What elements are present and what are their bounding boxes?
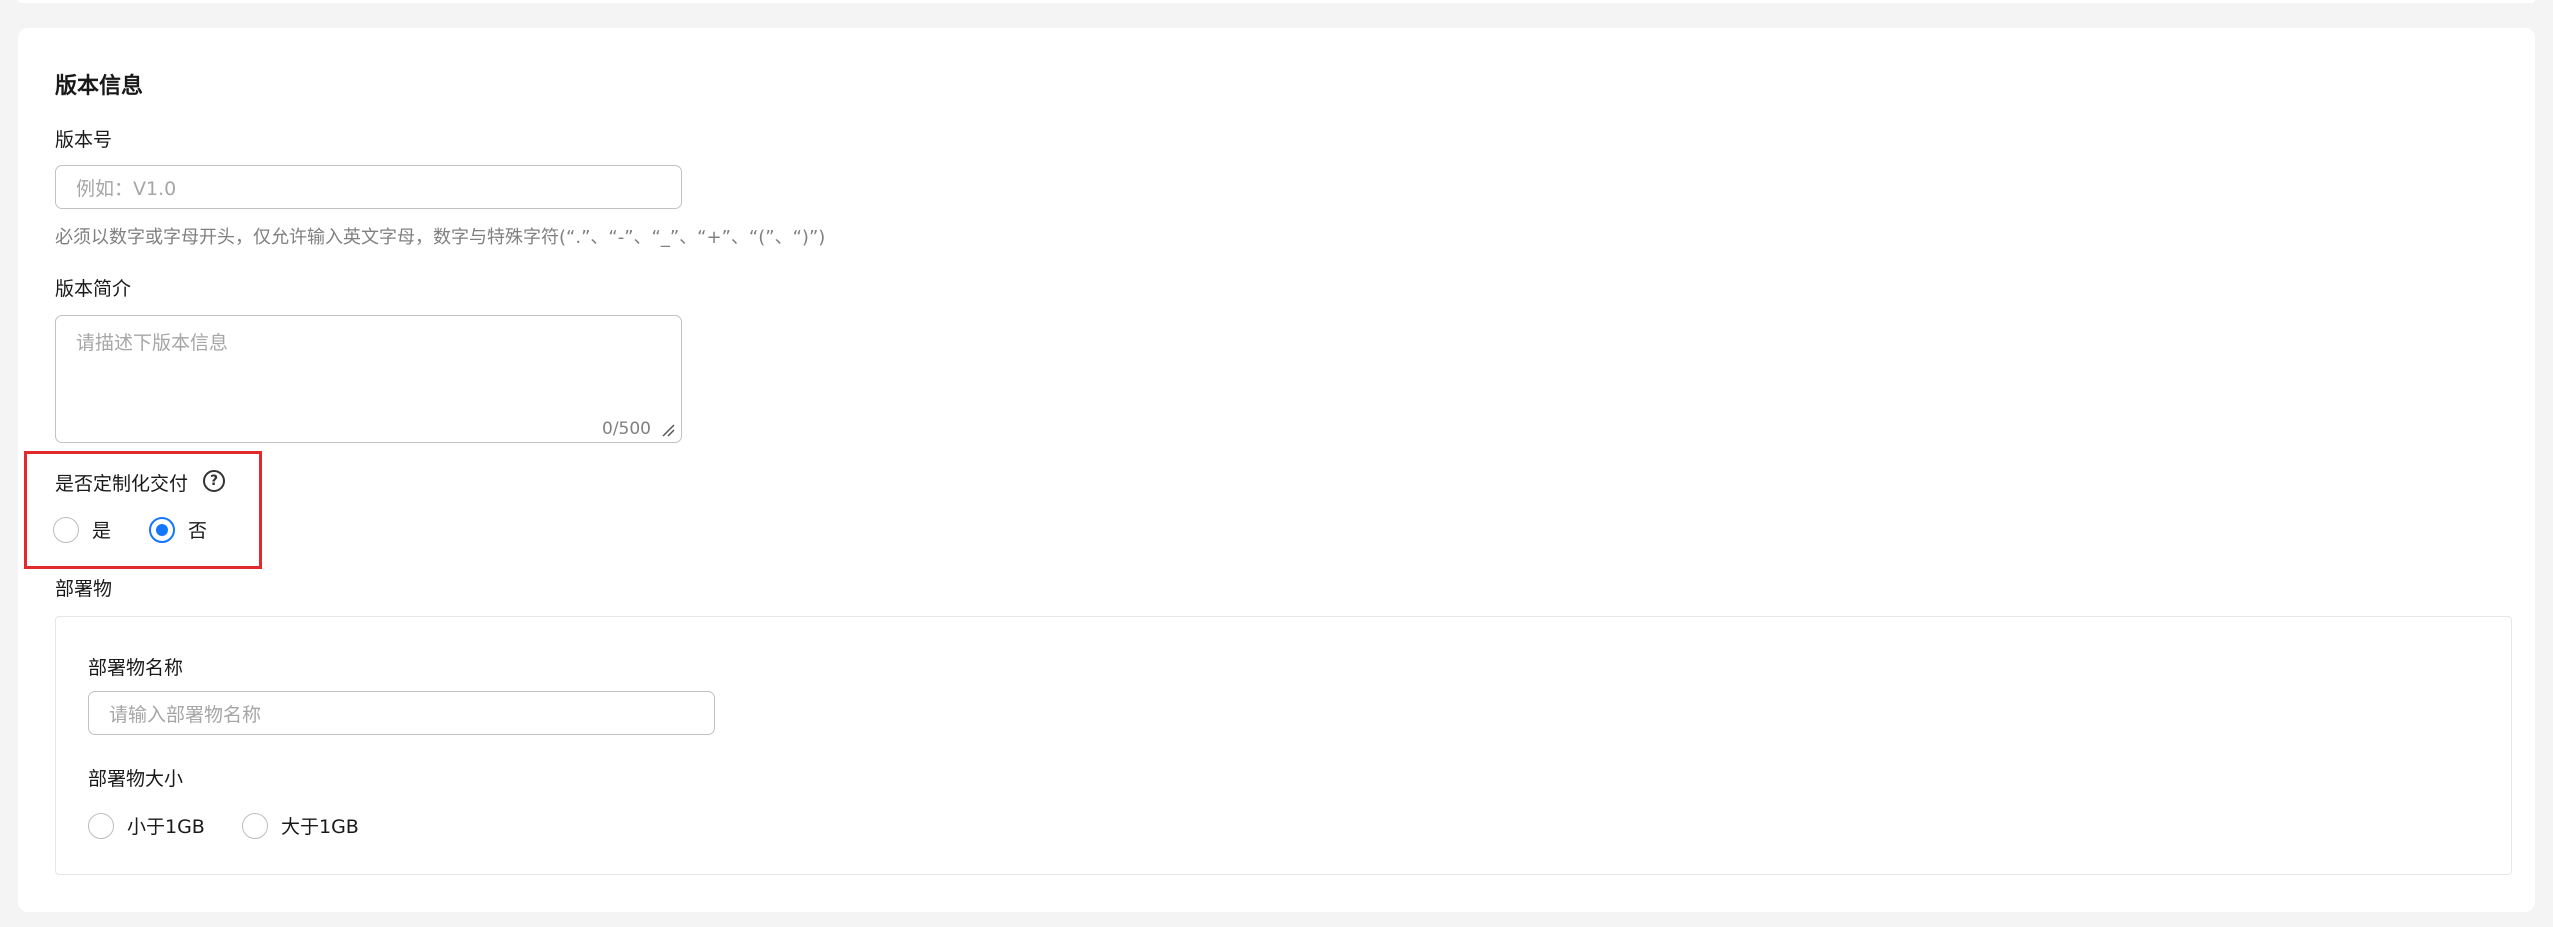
radio-less-1gb[interactable] <box>88 812 114 839</box>
custom-delivery-option-yes[interactable]: 是 <box>53 516 111 543</box>
deployment-size-label: 部署物大小 <box>88 768 184 790</box>
deployment-name-label: 部署物名称 <box>88 657 184 679</box>
deployment-label: 部署物 <box>55 578 113 600</box>
deployment-box: 部署物名称 请输入部署物名称 部署物大小 小于1GB 大于1GB <box>55 616 2512 875</box>
deployment-name-input[interactable]: 请输入部署物名称 <box>88 691 715 735</box>
custom-delivery-option-no[interactable]: 否 <box>149 516 207 543</box>
size-option-less[interactable]: 小于1GB <box>88 812 205 839</box>
radio-yes-label: 是 <box>92 520 112 542</box>
radio-more-1gb-label: 大于1GB <box>281 816 359 838</box>
custom-delivery-label: 是否定制化交付 <box>55 473 189 495</box>
radio-more-1gb[interactable] <box>242 812 268 839</box>
version-number-label: 版本号 <box>55 129 113 151</box>
version-intro-textarea[interactable]: 请描述下版本信息 0/500 <box>55 315 682 443</box>
version-number-help: 必须以数字或字母开头，仅允许输入英文字母，数字与特殊字符(“.”、“-”、“_”… <box>55 227 826 248</box>
version-intro-label: 版本简介 <box>55 278 132 300</box>
question-circle-icon[interactable]: ? <box>203 470 225 492</box>
section-title: 版本信息 <box>55 74 144 99</box>
version-number-input[interactable]: 例如：V1.0 <box>55 165 682 209</box>
version-intro-placeholder: 请描述下版本信息 <box>76 332 229 354</box>
resize-handle-icon[interactable] <box>661 423 675 437</box>
size-option-more[interactable]: 大于1GB <box>242 812 359 839</box>
version-info-card: 版本信息 版本号 例如：V1.0 必须以数字或字母开头，仅允许输入英文字母，数字… <box>18 28 2535 912</box>
previous-card-bottom <box>18 0 2535 3</box>
radio-no-label: 否 <box>188 520 208 542</box>
radio-no[interactable] <box>149 516 175 543</box>
radio-less-1gb-label: 小于1GB <box>127 816 205 838</box>
char-counter: 0/500 <box>602 419 651 439</box>
radio-yes[interactable] <box>53 516 79 543</box>
